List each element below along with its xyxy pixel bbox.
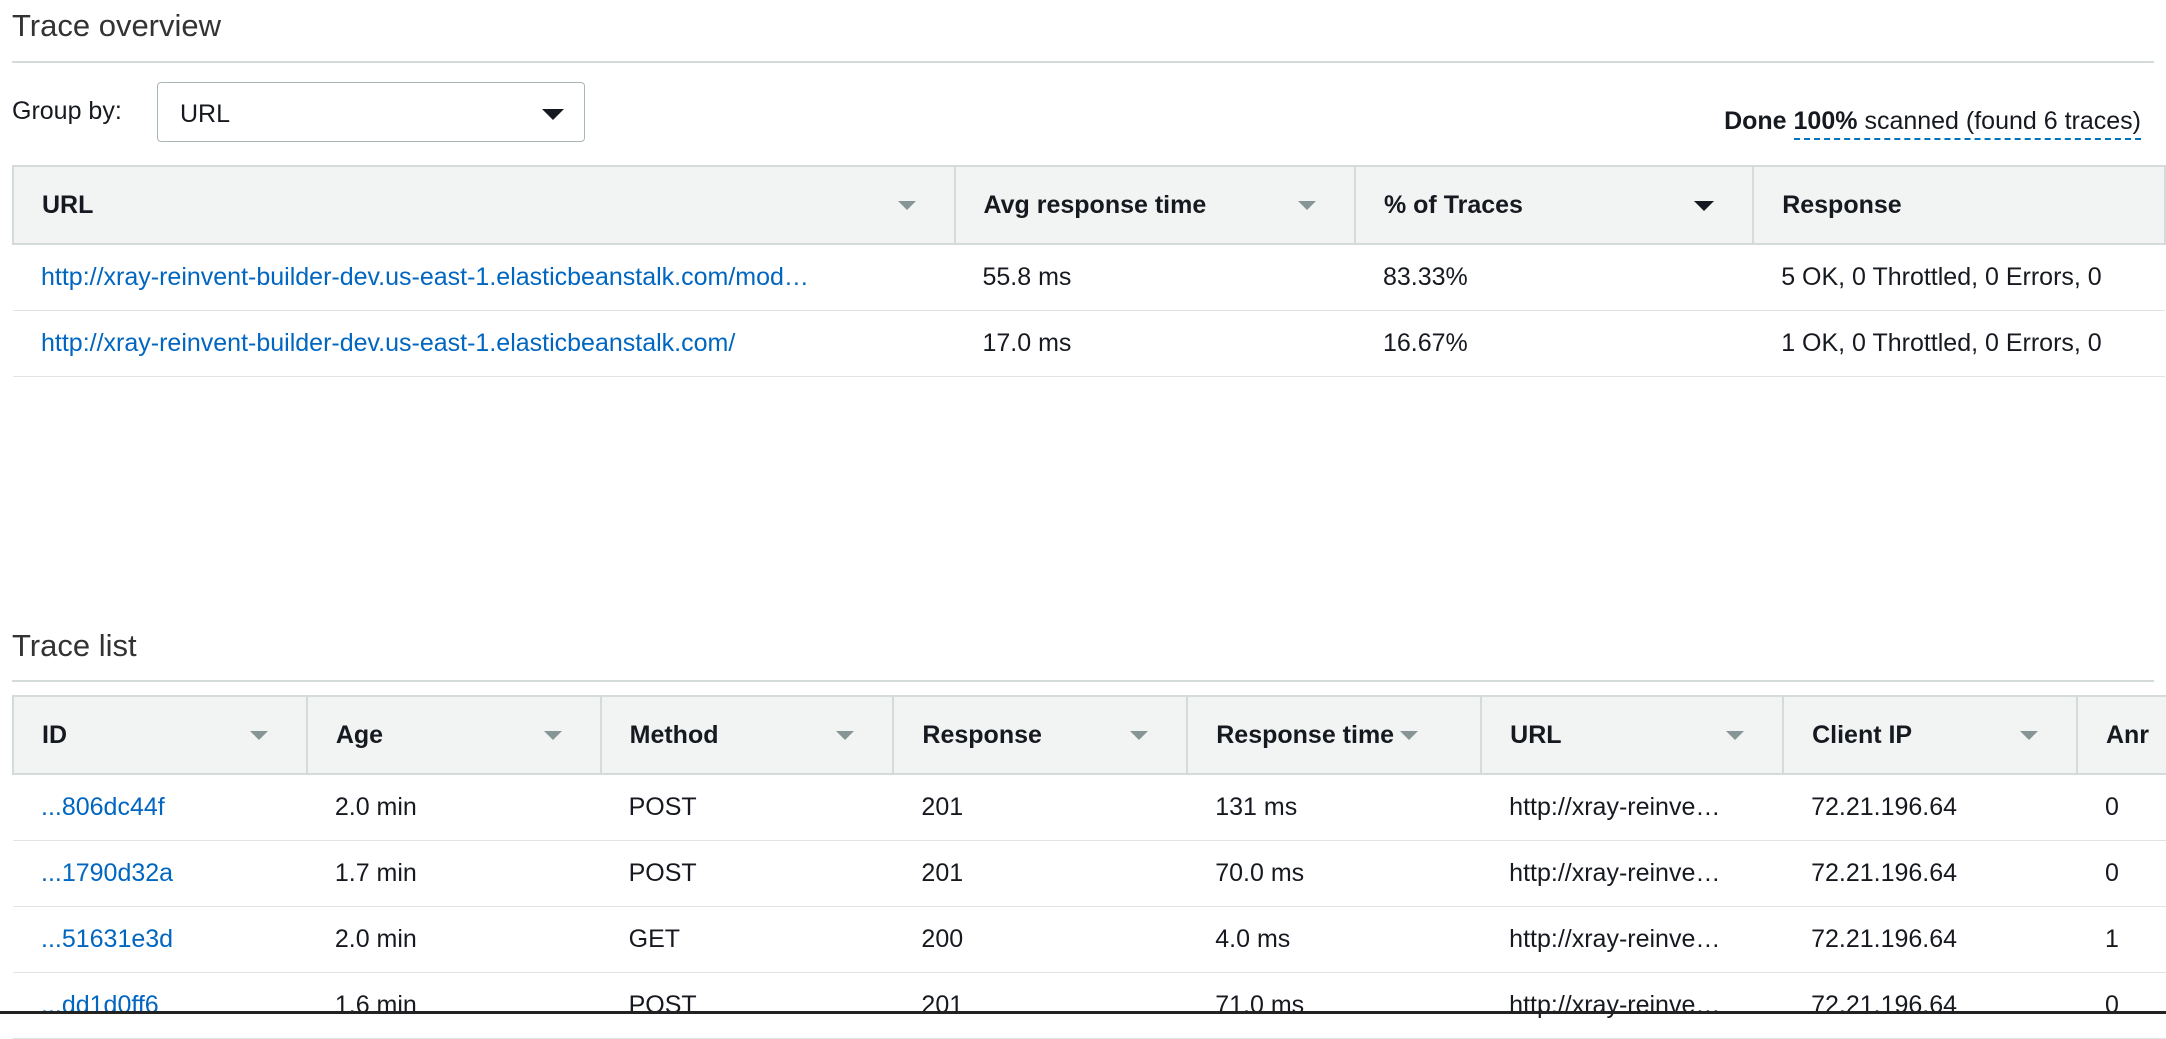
sort-active-icon: [1694, 201, 1715, 211]
annotations: 1: [2076, 906, 2166, 973]
column-header-response-time[interactable]: Response time: [1187, 695, 1483, 775]
caret-down-icon: [542, 109, 564, 120]
overview-table: URL Avg response time % of Traces Respon…: [12, 165, 2166, 377]
scan-done: Done: [1724, 107, 1787, 135]
column-header-method[interactable]: Method: [600, 695, 895, 775]
response-summary: 1 OK, 0 Throttled, 0 Errors, 0: [1753, 310, 2165, 377]
response-code: 201: [893, 840, 1188, 907]
age: 2.0 min: [306, 774, 601, 841]
column-header-client-ip[interactable]: Client IP: [1783, 695, 2078, 775]
table-row[interactable]: ...1790d32a 1.7 min POST 201 70.0 ms htt…: [13, 840, 2166, 907]
response-time: 131 ms: [1187, 774, 1482, 841]
url: http://xray-reinve…: [1481, 906, 1784, 973]
method: POST: [600, 972, 894, 1039]
url: http://xray-reinve…: [1481, 840, 1784, 907]
response-summary: 5 OK, 0 Throttled, 0 Errors, 0: [1753, 244, 2165, 311]
column-header-percent-traces[interactable]: % of Traces: [1354, 165, 1755, 245]
annotations: 0: [2076, 774, 2166, 841]
response-time: 71.0 ms: [1187, 972, 1482, 1039]
divider: [12, 680, 2154, 682]
group-by-value: URL: [180, 100, 231, 128]
column-header-response[interactable]: Response: [1753, 165, 2166, 245]
table-row[interactable]: http://xray-reinvent-builder-dev.us-east…: [13, 310, 2165, 377]
column-header-url[interactable]: URL: [12, 165, 956, 245]
client-ip: 72.21.196.64: [1783, 906, 2077, 973]
scan-progress[interactable]: 100% scanned (found 6 traces): [1793, 107, 2141, 140]
trace-id-link[interactable]: ...806dc44f: [13, 774, 307, 841]
url: http://xray-reinve…: [1481, 972, 1784, 1039]
trace-list-table: ID Age Method Response Response time URL…: [12, 695, 2166, 1039]
table-header-row: ID Age Method Response Response time URL…: [12, 695, 2166, 775]
table-row[interactable]: http://xray-reinvent-builder-dev.us-east…: [13, 244, 2165, 311]
table-row[interactable]: ...51631e3d 2.0 min GET 200 4.0 ms http:…: [13, 906, 2166, 973]
client-ip: 72.21.196.64: [1783, 774, 2077, 841]
percent-traces: 83.33%: [1354, 244, 1754, 311]
age: 1.6 min: [306, 972, 601, 1039]
url-link[interactable]: http://xray-reinvent-builder-dev.us-east…: [13, 310, 955, 377]
group-by-select[interactable]: URL: [157, 82, 585, 142]
column-header-avg-response-time[interactable]: Avg response time: [954, 165, 1356, 245]
trace-id-link[interactable]: ...1790d32a: [13, 840, 307, 907]
sort-icon: [543, 731, 562, 740]
trace-id-link[interactable]: ...dd1d0ff6: [13, 972, 307, 1039]
avg-response-time: 17.0 ms: [954, 310, 1355, 377]
response-code: 201: [893, 972, 1188, 1039]
sort-icon: [2019, 731, 2038, 740]
column-header-id[interactable]: ID: [12, 695, 308, 775]
trace-overview-title: Trace overview: [12, 8, 222, 43]
sort-icon: [249, 731, 268, 740]
sort-icon: [1400, 731, 1419, 741]
table-header-row: URL Avg response time % of Traces Respon…: [12, 165, 2166, 245]
age: 2.0 min: [306, 906, 601, 973]
percent-traces: 16.67%: [1354, 310, 1754, 377]
trace-id-link[interactable]: ...51631e3d: [13, 906, 307, 973]
client-ip: 72.21.196.64: [1783, 972, 2077, 1039]
response-time: 4.0 ms: [1187, 906, 1482, 973]
url: http://xray-reinve…: [1481, 774, 1784, 841]
table-row[interactable]: ...806dc44f 2.0 min POST 201 131 ms http…: [13, 774, 2166, 841]
column-header-age[interactable]: Age: [306, 695, 602, 775]
sort-icon: [1726, 731, 1745, 740]
divider: [12, 61, 2154, 63]
scan-status: Done 100% scanned (found 6 traces): [1724, 107, 2141, 140]
table-row[interactable]: ...dd1d0ff6 1.6 min POST 201 71.0 ms htt…: [13, 972, 2166, 1039]
column-header-url[interactable]: URL: [1481, 695, 1785, 775]
annotations: 0: [2076, 840, 2166, 907]
method: POST: [600, 840, 894, 907]
sort-icon: [1297, 201, 1316, 210]
sort-icon: [836, 731, 855, 740]
response-time: 70.0 ms: [1187, 840, 1482, 907]
scan-summary: scanned (found 6 traces): [1864, 107, 2141, 135]
age: 1.7 min: [306, 840, 601, 907]
trace-list-title: Trace list: [12, 628, 137, 663]
column-header-response[interactable]: Response: [893, 695, 1189, 775]
avg-response-time: 55.8 ms: [954, 244, 1355, 311]
method: POST: [600, 774, 894, 841]
response-code: 201: [893, 774, 1188, 841]
client-ip: 72.21.196.64: [1783, 840, 2077, 907]
column-header-annotations[interactable]: Anr: [2076, 695, 2166, 775]
sort-icon: [897, 201, 916, 210]
group-by-label: Group by:: [12, 97, 122, 125]
sort-icon: [1130, 731, 1149, 740]
method: GET: [600, 906, 894, 973]
annotations: 0: [2076, 972, 2166, 1039]
response-code: 200: [893, 906, 1188, 973]
url-link[interactable]: http://xray-reinvent-builder-dev.us-east…: [13, 244, 955, 311]
scan-percent: 100%: [1793, 107, 1858, 135]
